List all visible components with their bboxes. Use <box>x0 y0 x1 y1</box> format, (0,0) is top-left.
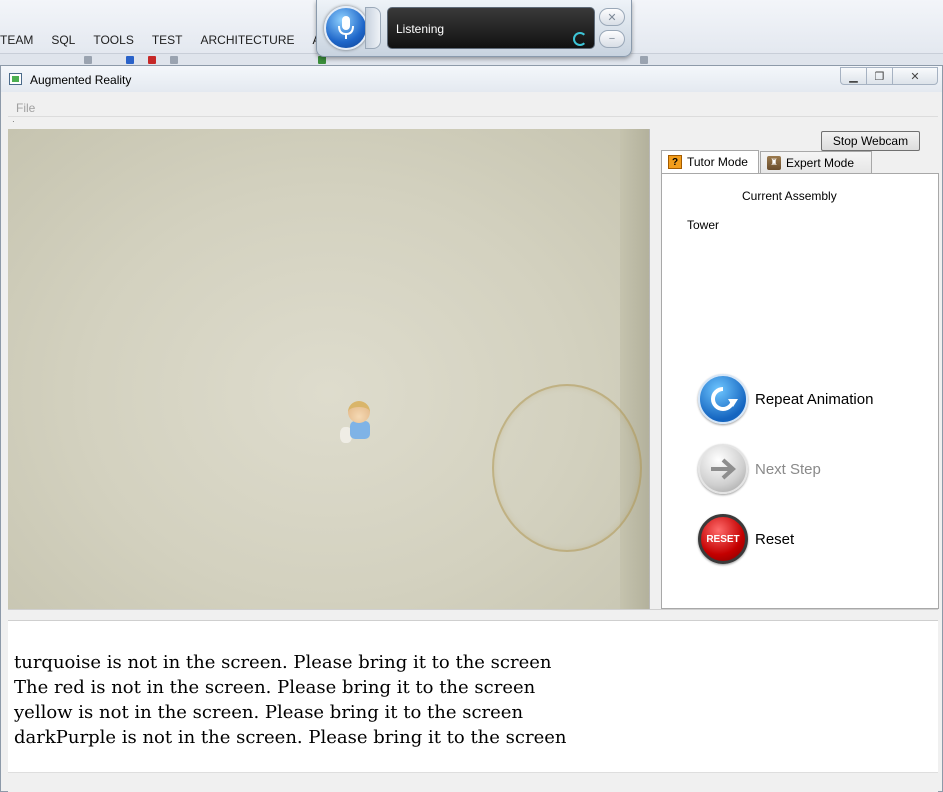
speech-minimize-button[interactable]: − <box>599 30 625 48</box>
restore-icon: ❐ <box>874 70 885 83</box>
tab-expert-mode-label: Expert Mode <box>786 155 855 170</box>
stop-icon[interactable] <box>148 56 156 64</box>
close-icon: ✕ <box>607 11 617 24</box>
reset-icon: RESET <box>698 514 748 564</box>
expert-figure-icon: ♜ <box>767 155 781 170</box>
repeat-arrow-glyph <box>711 387 738 411</box>
speech-recognition-widget: Listening ✕ − <box>316 0 632 57</box>
arrow-right-glyph <box>711 458 736 480</box>
reset-label: Reset <box>755 530 795 548</box>
tab-tutor-mode[interactable]: ? Tutor Mode <box>661 150 759 173</box>
assembly-name: Tower <box>687 218 720 232</box>
window-title: Augmented Reality <box>30 73 132 87</box>
maximize-button[interactable]: ❐ <box>866 67 893 85</box>
ide-menu-team[interactable]: TEAM <box>0 33 42 47</box>
grip-icon: · <box>12 117 15 126</box>
speech-status-display: Listening <box>387 7 595 49</box>
ide-menu-test[interactable]: TEST <box>143 33 192 47</box>
ide-menu-list: TEAM SQL TOOLS TEST ARCHITECTURE ANA <box>0 33 346 47</box>
current-assembly-label: Current Assembly <box>742 189 837 203</box>
reset-button[interactable]: RESET Reset <box>698 514 794 564</box>
tab-tutor-mode-label: Tutor Mode <box>687 155 748 169</box>
next-step-label: Next Step <box>755 460 821 478</box>
message-line: yellow is not in the screen. Please brin… <box>14 702 524 723</box>
repeat-icon <box>698 374 748 424</box>
tutor-mode-panel: Current Assembly Tower Repeat Animation <box>661 173 939 609</box>
toolbar-icon[interactable] <box>170 56 178 64</box>
question-block-icon: ? <box>668 155 682 169</box>
figurine-head <box>348 401 370 423</box>
pause-icon[interactable] <box>126 56 134 64</box>
status-bar <box>8 772 938 792</box>
webcam-figurine <box>340 399 380 455</box>
speech-close-button[interactable]: ✕ <box>599 8 625 26</box>
microphone-button[interactable] <box>324 6 368 50</box>
menu-file[interactable]: File <box>16 101 35 115</box>
next-step-button[interactable]: Next Step <box>698 444 821 494</box>
message-line: darkPurple is not in the screen. Please … <box>14 727 567 748</box>
speech-display-cap <box>365 7 381 49</box>
ide-menu-sql[interactable]: SQL <box>42 33 84 47</box>
speech-status-text: Listening <box>396 22 445 36</box>
stop-webcam-button[interactable]: Stop Webcam <box>821 131 920 151</box>
tab-expert-mode[interactable]: ♜ Expert Mode <box>760 151 872 173</box>
repeat-animation-button[interactable]: Repeat Animation <box>698 374 873 424</box>
message-line: The red is not in the screen. Please bri… <box>14 677 536 698</box>
minimize-button[interactable]: ▁ <box>840 67 867 85</box>
panel-splitter[interactable] <box>8 609 938 621</box>
toolbar-icon[interactable] <box>318 56 326 64</box>
repeat-animation-label: Repeat Animation <box>755 390 874 408</box>
webcam-wall-edge <box>620 129 649 609</box>
app-icon <box>9 73 22 85</box>
ide-menu-architecture[interactable]: ARCHITECTURE <box>192 33 304 47</box>
ide-menu-tools[interactable]: TOOLS <box>84 33 142 47</box>
microphone-icon <box>338 16 354 39</box>
toolbar-icon[interactable] <box>84 56 92 64</box>
toolbar-strip: · <box>8 117 938 129</box>
close-icon: ✕ <box>910 70 920 83</box>
minimize-icon: ▁ <box>849 70 858 83</box>
listening-spinner-icon <box>573 32 587 46</box>
title-bar: Augmented Reality ▁ ❐ ✕ <box>1 66 942 92</box>
augmented-reality-window: Augmented Reality ▁ ❐ ✕ File · Stop Webc… <box>0 65 943 792</box>
arrow-right-icon <box>698 444 748 494</box>
control-panel: Stop Webcam ? Tutor Mode ♜ Expert Mode C… <box>649 129 939 609</box>
message-line: turquoise is not in the screen. Please b… <box>14 652 552 673</box>
menu-bar: File <box>8 97 938 117</box>
minimize-icon: − <box>608 33 616 45</box>
figurine-body <box>350 421 370 439</box>
webcam-view[interactable] <box>8 129 649 609</box>
toolbar-icon[interactable] <box>640 56 648 64</box>
webcam-wall-stain <box>492 384 642 552</box>
close-button[interactable]: ✕ <box>892 67 938 85</box>
message-log: turquoise is not in the screen. Please b… <box>8 621 938 772</box>
